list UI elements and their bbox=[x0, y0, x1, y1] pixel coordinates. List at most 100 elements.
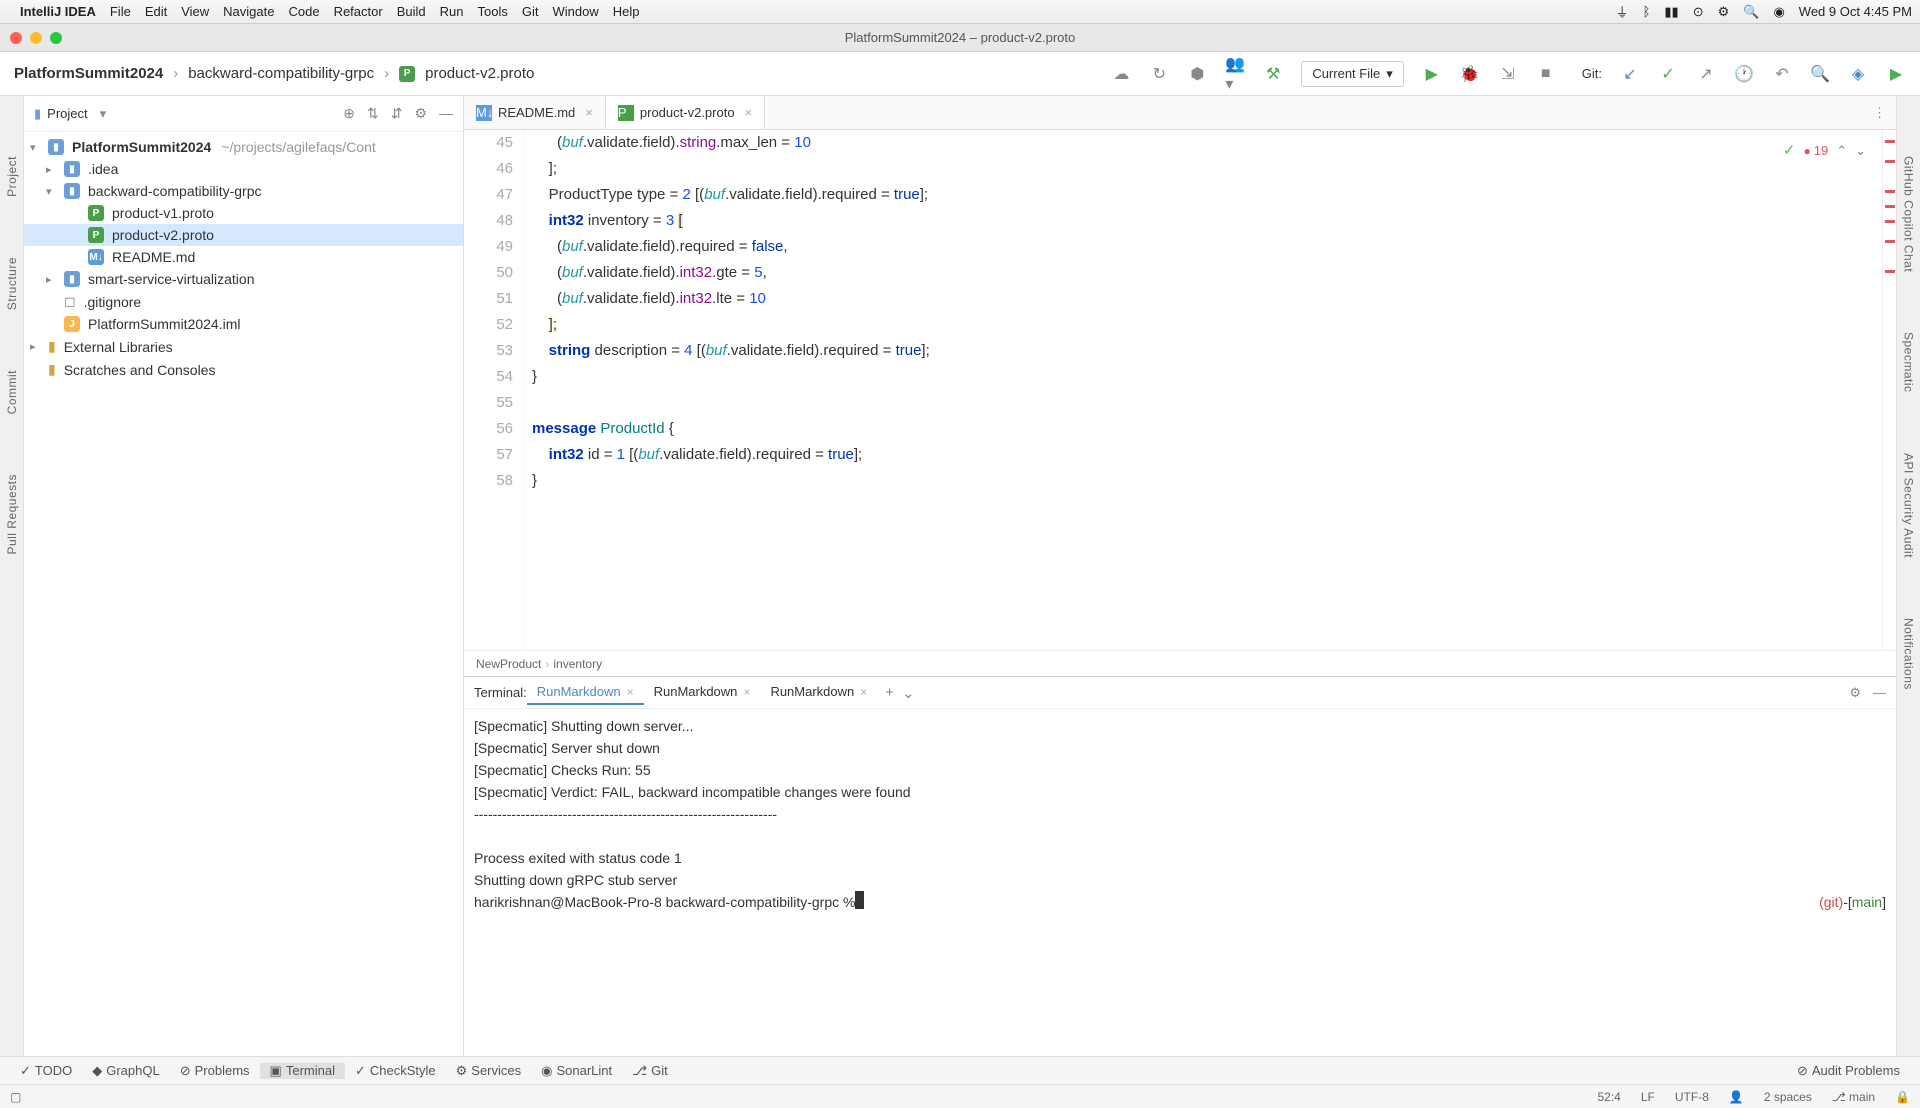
inspection-error-badge[interactable]: ●19 bbox=[1803, 138, 1828, 164]
problems-button[interactable]: ⊘ Problems bbox=[170, 1063, 260, 1079]
menu-refactor[interactable]: Refactor bbox=[334, 4, 383, 19]
specmatic-tool-button[interactable]: Specmatic bbox=[1902, 332, 1916, 393]
indent-info[interactable]: 2 spaces bbox=[1764, 1090, 1812, 1104]
run-button[interactable]: ▶ bbox=[1422, 64, 1442, 84]
tree-scratches[interactable]: ▮Scratches and Consoles bbox=[24, 358, 463, 381]
project-view-selector[interactable]: ▾ bbox=[100, 106, 107, 122]
notifications-tool-button[interactable]: Notifications bbox=[1902, 618, 1916, 690]
git-push-icon[interactable]: ↗ bbox=[1696, 64, 1716, 84]
run-config-selector[interactable]: Current File ▾ bbox=[1301, 61, 1403, 87]
git-update-icon[interactable]: ↙ bbox=[1620, 64, 1640, 84]
terminal-button[interactable]: ▣ Terminal bbox=[260, 1063, 345, 1079]
close-window[interactable] bbox=[10, 32, 22, 44]
menubar-date[interactable]: Wed 9 Oct 4:45 PM bbox=[1799, 4, 1912, 19]
ai-assistant-icon[interactable]: ◈ bbox=[1848, 64, 1868, 84]
line-separator[interactable]: LF bbox=[1641, 1090, 1655, 1104]
todo-button[interactable]: ✓ TODO bbox=[10, 1063, 82, 1079]
siri-icon[interactable]: ◉ bbox=[1773, 4, 1784, 20]
code-editor[interactable]: 4546474849505152535455565758 (buf.valida… bbox=[464, 130, 1896, 650]
prev-highlight-icon[interactable]: ⌃ bbox=[1836, 138, 1847, 164]
select-opened-file-icon[interactable]: ⊕ bbox=[343, 105, 355, 122]
audit-problems-button[interactable]: ⊘ Audit Problems bbox=[1787, 1063, 1910, 1079]
control-center-icon[interactable]: ⚙ bbox=[1718, 4, 1730, 20]
search-icon[interactable]: 🔍 bbox=[1743, 4, 1759, 20]
next-highlight-icon[interactable]: ⌄ bbox=[1855, 138, 1866, 164]
menu-navigate[interactable]: Navigate bbox=[223, 4, 274, 19]
project-tree[interactable]: ▾ ▮ PlatformSummit2024 ~/projects/agilef… bbox=[24, 132, 463, 385]
stop-button[interactable]: ■ bbox=[1536, 64, 1556, 84]
error-stripe[interactable] bbox=[1882, 130, 1896, 650]
git-branch[interactable]: ⎇ main bbox=[1832, 1090, 1875, 1104]
tool-windows-icon[interactable]: ▢ bbox=[10, 1090, 21, 1104]
settings-icon[interactable]: ⚙ bbox=[414, 105, 427, 122]
menu-git[interactable]: Git bbox=[522, 4, 539, 19]
tree-node-iml[interactable]: JPlatformSummit2024.iml bbox=[24, 313, 463, 335]
close-icon[interactable]: × bbox=[745, 105, 753, 120]
menu-tools[interactable]: Tools bbox=[477, 4, 507, 19]
structure-tool-button[interactable]: Structure bbox=[5, 257, 19, 310]
tree-node-ssv[interactable]: ▸▮smart-service-virtualization bbox=[24, 268, 463, 290]
hexagon-icon[interactable]: ⬢ bbox=[1187, 64, 1207, 84]
services-button[interactable]: ⚙ Services bbox=[446, 1063, 532, 1079]
menu-code[interactable]: Code bbox=[288, 4, 319, 19]
menu-file[interactable]: File bbox=[110, 4, 131, 19]
menu-run[interactable]: Run bbox=[440, 4, 464, 19]
pull-requests-tool-button[interactable]: Pull Requests bbox=[5, 474, 19, 555]
copilot-tool-button[interactable]: GitHub Copilot Chat bbox=[1902, 156, 1916, 272]
hide-panel-icon[interactable]: — bbox=[439, 105, 453, 122]
tree-root[interactable]: ▾ ▮ PlatformSummit2024 ~/projects/agilef… bbox=[24, 136, 463, 158]
new-terminal-tab[interactable]: + bbox=[885, 684, 894, 701]
collapse-all-icon[interactable]: ⇵ bbox=[391, 105, 403, 122]
inspection-ok-icon[interactable]: ✓ bbox=[1783, 138, 1796, 164]
tree-node-idea[interactable]: ▸▮.idea bbox=[24, 158, 463, 180]
menu-view[interactable]: View bbox=[181, 4, 209, 19]
close-icon[interactable]: × bbox=[743, 685, 750, 699]
cursor-position[interactable]: 52:4 bbox=[1598, 1090, 1621, 1104]
sync-icon[interactable]: ↻ bbox=[1149, 64, 1169, 84]
minimize-window[interactable] bbox=[30, 32, 42, 44]
terminal-hide-icon[interactable]: — bbox=[1873, 685, 1886, 701]
terminal-output[interactable]: [Specmatic] Shutting down server... [Spe… bbox=[464, 709, 1896, 1056]
file-encoding[interactable]: UTF-8 bbox=[1675, 1090, 1709, 1104]
menu-build[interactable]: Build bbox=[397, 4, 426, 19]
tree-node-readme[interactable]: M↓README.md bbox=[24, 246, 463, 268]
tree-node-proto-v1[interactable]: Pproduct-v1.proto bbox=[24, 202, 463, 224]
debug-button[interactable]: 🐞 bbox=[1460, 64, 1480, 84]
terminal-settings-icon[interactable]: ⚙ bbox=[1849, 685, 1861, 701]
spotlight-icon[interactable]: ⊙ bbox=[1693, 4, 1704, 20]
menu-window[interactable]: Window bbox=[552, 4, 598, 19]
wifi-icon[interactable]: ⏚ bbox=[1616, 2, 1629, 21]
terminal-tab-0[interactable]: RunMarkdown× bbox=[527, 680, 644, 705]
cloud-icon[interactable]: ☁ bbox=[1111, 64, 1131, 84]
breadcrumb-root[interactable]: PlatformSummit2024 bbox=[14, 65, 163, 82]
tree-node-bcg[interactable]: ▾▮backward-compatibility-grpc bbox=[24, 180, 463, 202]
breadcrumb-message[interactable]: NewProduct bbox=[476, 657, 541, 671]
reader-mode-icon[interactable]: 👤 bbox=[1729, 1090, 1744, 1104]
breadcrumb-file[interactable]: product-v2.proto bbox=[425, 65, 534, 82]
tree-node-gitignore[interactable]: ◻.gitignore bbox=[24, 290, 463, 313]
run-anything-icon[interactable]: ▶ bbox=[1886, 64, 1906, 84]
commit-tool-button[interactable]: Commit bbox=[5, 370, 19, 414]
git-history-icon[interactable]: 🕐 bbox=[1734, 64, 1754, 84]
battery-icon[interactable]: ▮▮ bbox=[1664, 4, 1678, 20]
checkstyle-button[interactable]: ✓ CheckStyle bbox=[345, 1063, 446, 1079]
menu-help[interactable]: Help bbox=[613, 4, 640, 19]
graphql-button[interactable]: ◆ GraphQL bbox=[82, 1063, 169, 1079]
git-commit-icon[interactable]: ✓ bbox=[1658, 64, 1678, 84]
git-rollback-icon[interactable]: ↶ bbox=[1772, 64, 1792, 84]
terminal-dropdown[interactable]: ⌄ bbox=[902, 684, 915, 702]
editor-more-icon[interactable]: ⋮ bbox=[1873, 105, 1896, 121]
terminal-tab-2[interactable]: RunMarkdown× bbox=[760, 680, 877, 705]
hammer-icon[interactable]: ⚒ bbox=[1263, 64, 1283, 84]
terminal-tab-1[interactable]: RunMarkdown× bbox=[644, 680, 761, 705]
search-everywhere-icon[interactable]: 🔍 bbox=[1810, 64, 1830, 84]
lock-icon[interactable]: 🔒 bbox=[1895, 1090, 1910, 1104]
coverage-button[interactable]: ⇲ bbox=[1498, 64, 1518, 84]
app-name[interactable]: IntelliJ IDEA bbox=[20, 4, 96, 19]
bluetooth-icon[interactable]: ᛒ bbox=[1643, 4, 1651, 19]
editor-tab-readme[interactable]: M↓ README.md × bbox=[464, 96, 606, 129]
editor-tab-proto[interactable]: P product-v2.proto × bbox=[606, 96, 765, 129]
close-icon[interactable]: × bbox=[860, 685, 867, 699]
tree-node-proto-v2[interactable]: Pproduct-v2.proto bbox=[24, 224, 463, 246]
project-tool-button[interactable]: Project bbox=[5, 156, 19, 197]
